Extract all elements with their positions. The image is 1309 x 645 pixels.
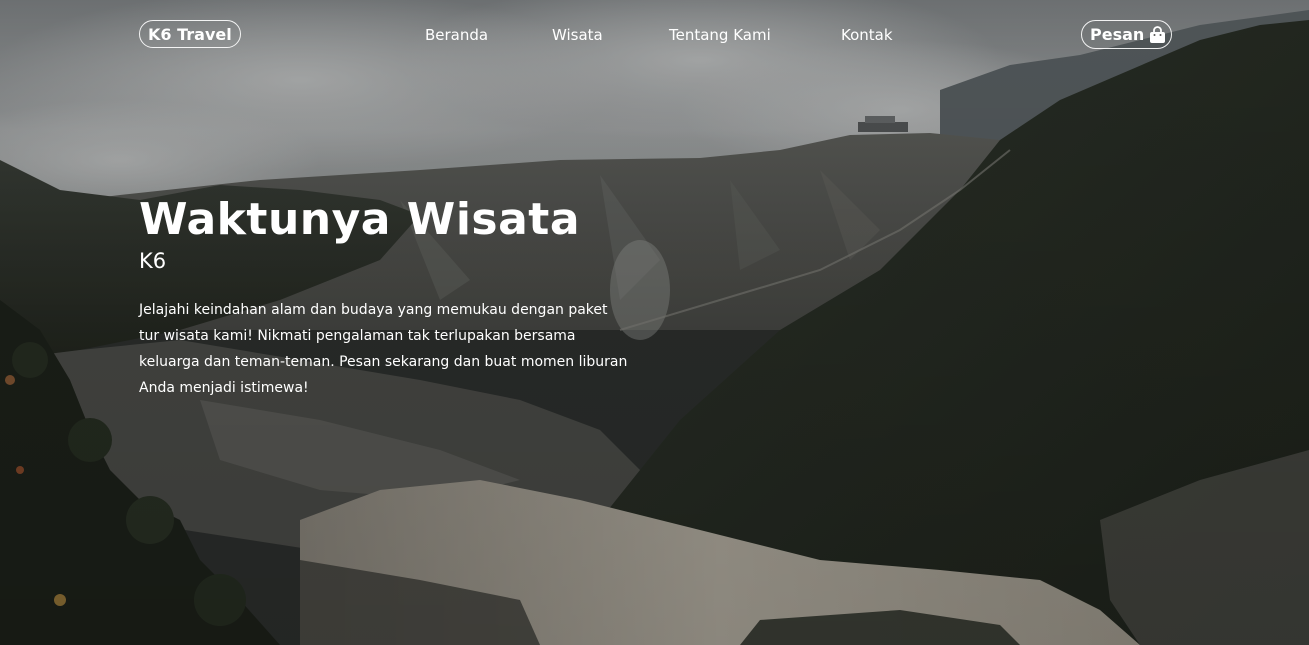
shopping-bag-icon (1149, 25, 1166, 44)
order-button[interactable]: Pesan (1081, 20, 1172, 49)
order-button-label: Pesan (1090, 25, 1145, 44)
hero-description: Jelajahi keindahan alam dan budaya yang … (139, 302, 628, 396)
nav-link-wisata[interactable]: Wisata (552, 25, 603, 45)
hero-section: K6 Travel Beranda Wisata Tentang Kami Ko… (0, 0, 1309, 645)
nav-link-kontak[interactable]: Kontak (841, 25, 893, 45)
hero-subtitle: K6 (139, 249, 167, 273)
brand-logo[interactable]: K6 Travel (139, 20, 241, 48)
nav-link-beranda[interactable]: Beranda (425, 25, 488, 45)
top-navbar: K6 Travel Beranda Wisata Tentang Kami Ko… (0, 0, 1309, 70)
hero-title: Waktunya Wisata (139, 194, 581, 245)
nav-link-tentang-kami[interactable]: Tentang Kami (669, 25, 771, 45)
